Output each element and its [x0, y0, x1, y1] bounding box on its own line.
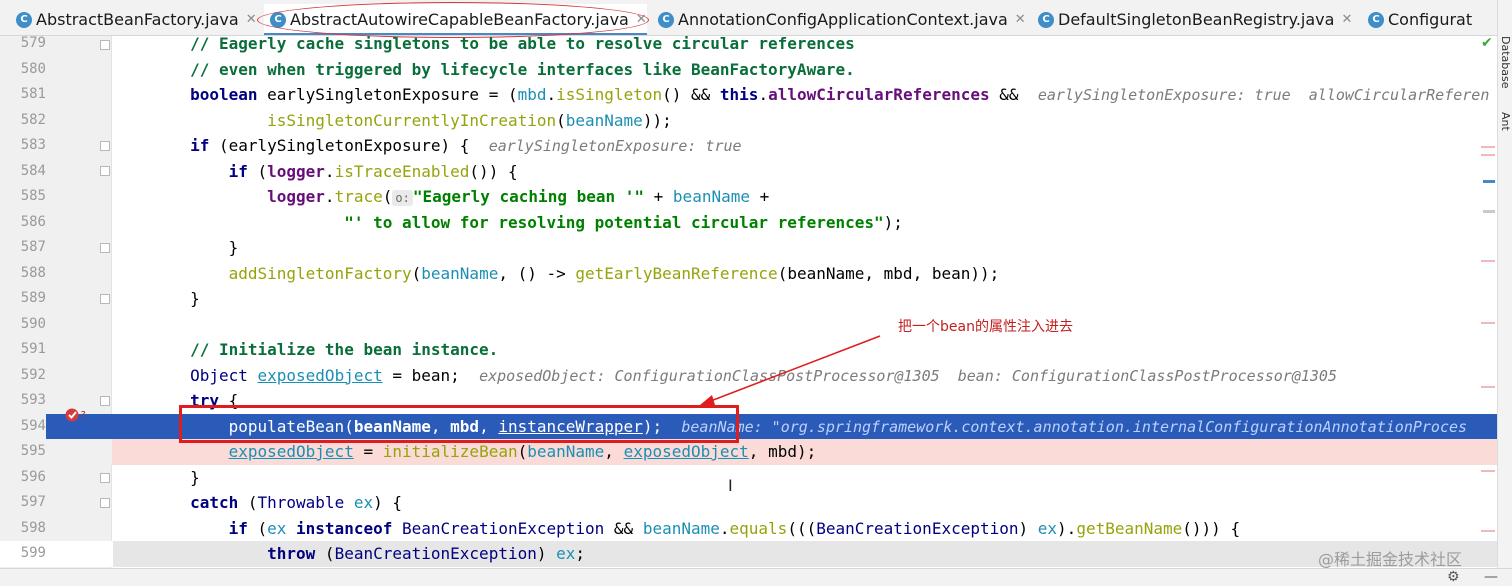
text-cursor-icon: I: [728, 476, 733, 495]
annotation-arrow: [700, 335, 881, 405]
settings-icon[interactable]: ⚙ —: [1447, 569, 1508, 585]
bottom-tool-bar: ⚙ —: [0, 568, 1512, 586]
watermark: @稀土掘金技术社区: [1318, 550, 1463, 569]
annotation-label: 把一个bean的属性注入进去: [898, 319, 1073, 335]
